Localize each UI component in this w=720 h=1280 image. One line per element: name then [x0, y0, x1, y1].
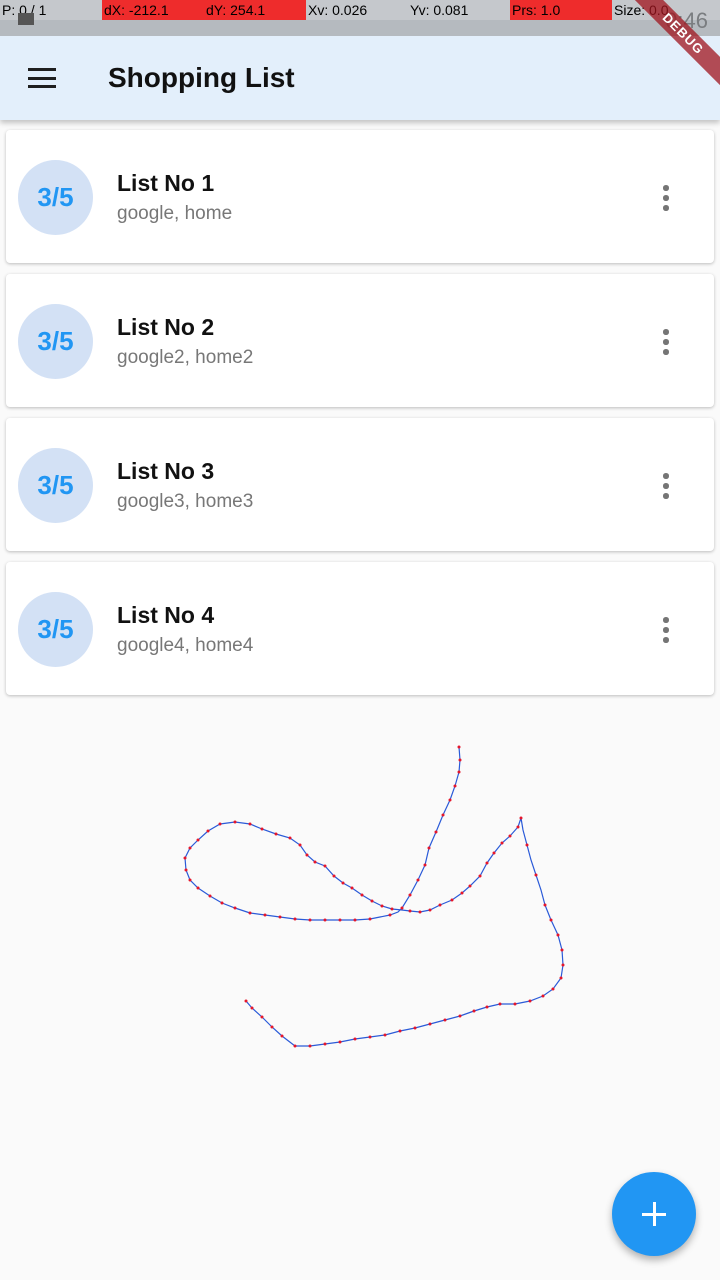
more-vert-icon [663, 473, 669, 499]
menu-button[interactable] [20, 56, 64, 100]
pointer-yv: Yv: 0.081 [410, 2, 469, 18]
more-vert-icon [663, 185, 669, 211]
list-subtitle: google2, home2 [117, 347, 254, 368]
pointer-trace-points [183, 745, 565, 1048]
status-clock: 0:46 [665, 8, 708, 33]
more-options-button[interactable] [642, 318, 690, 366]
notification-icon [18, 13, 34, 25]
list-item[interactable]: 3/5 List No 2 google2, home2 [6, 274, 714, 407]
list-item[interactable]: 3/5 List No 3 google3, home3 [6, 418, 714, 551]
list-title: List No 4 [117, 602, 215, 628]
pointer-dx: dX: -212.1 [102, 0, 204, 20]
more-options-button[interactable] [642, 462, 690, 510]
list-item[interactable]: 3/5 List No 1 google, home [6, 130, 714, 263]
app-bar: Shopping List [0, 36, 720, 120]
page-title: Shopping List [108, 62, 295, 93]
pointer-xv: Xv: 0.026 [308, 2, 368, 18]
pointer-dy: dY: 254.1 [204, 0, 306, 20]
pointer-location-bar: P: 0 / 1 dX: -212.1 dY: 254.1 Xv: 0.026 … [0, 0, 720, 20]
list-title: List No 2 [117, 314, 215, 340]
pointer-count: P: 0 / 1 [2, 2, 47, 18]
list-title: List No 3 [117, 458, 215, 484]
list-item[interactable]: 3/5 List No 4 google4, home4 [6, 562, 714, 695]
progress-badge: 3/5 [18, 304, 93, 379]
pointer-trace-line [184, 746, 564, 1047]
status-bar [0, 20, 720, 36]
more-options-button[interactable] [642, 606, 690, 654]
list-title: List No 1 [117, 170, 215, 196]
more-options-button[interactable] [642, 174, 690, 222]
pointer-pressure: Prs: 1.0 [510, 0, 612, 20]
plus-icon [642, 1202, 666, 1226]
progress-badge: 3/5 [18, 448, 93, 523]
more-vert-icon [663, 617, 669, 643]
menu-icon [28, 68, 56, 88]
more-vert-icon [663, 329, 669, 355]
add-list-button[interactable] [612, 1172, 696, 1256]
progress-badge: 3/5 [18, 160, 93, 235]
progress-badge: 3/5 [18, 592, 93, 667]
list-subtitle: google3, home3 [117, 491, 254, 512]
list-subtitle: google, home [117, 203, 233, 224]
list-subtitle: google4, home4 [117, 635, 254, 656]
